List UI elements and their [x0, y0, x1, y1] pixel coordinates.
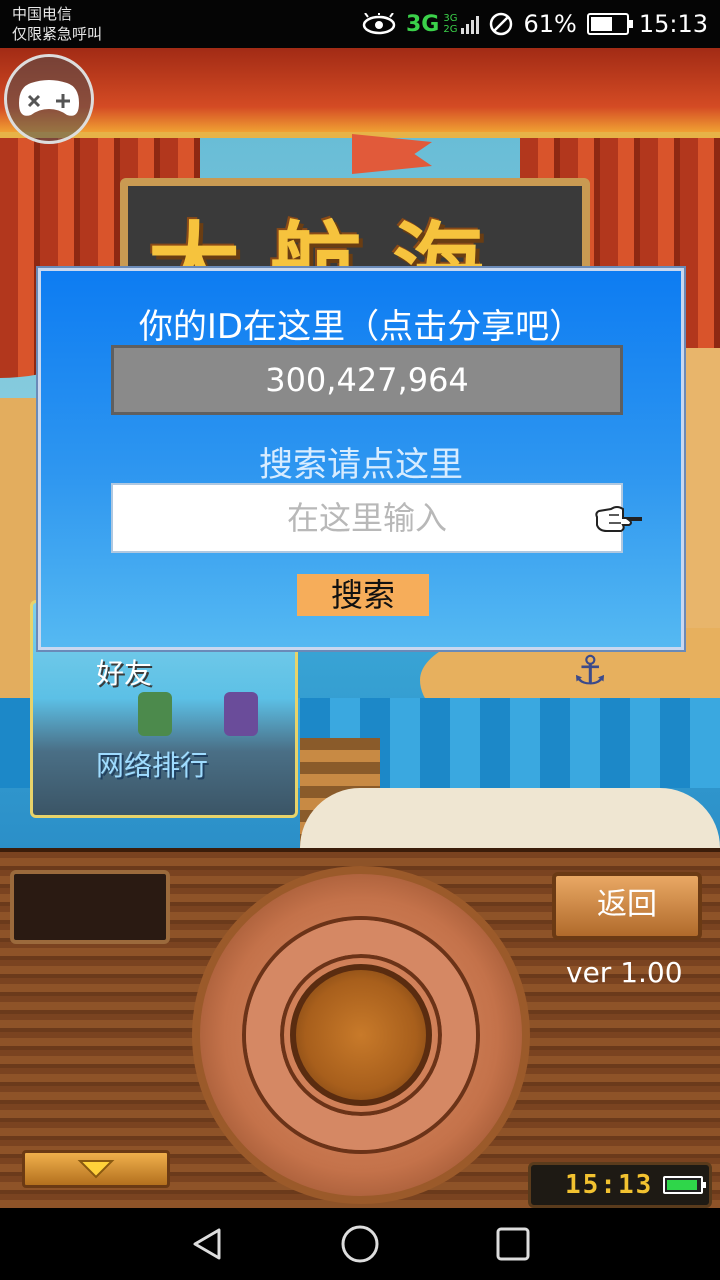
ranking-label[interactable]: 网络排行	[96, 744, 208, 784]
gamepad-icon	[19, 80, 79, 116]
friends-label[interactable]: 好友	[96, 652, 152, 692]
game-battery-icon	[663, 1176, 707, 1194]
battery-fill	[590, 17, 612, 31]
network-small-3g: 3G	[443, 13, 458, 24]
mini-screen	[10, 870, 170, 944]
carrier-info: 中国电信 仅限紧急呼叫	[12, 4, 102, 44]
search-input[interactable]	[111, 483, 623, 553]
back-button[interactable]: 返回	[552, 872, 702, 940]
version-text: ver 1.00	[566, 956, 683, 989]
player-id-box[interactable]: 300,427,964	[111, 345, 623, 415]
id-search-dialog: 你的ID在这里（点击分享吧） 300,427,964 搜索请点这里 搜索	[38, 268, 684, 650]
anchor-icon: ⚓	[572, 648, 608, 694]
down-arrow-icon	[77, 1160, 115, 1179]
status-icons: 3G 3G 2G 61% 15:13	[362, 8, 708, 40]
nav-home-button[interactable]	[336, 1220, 384, 1268]
control-panel: 返回 ver 1.00 15:13	[0, 848, 720, 1208]
network-small-2g: 2G	[443, 24, 458, 35]
battery-percent: 61%	[523, 10, 577, 38]
no-sim-icon	[490, 12, 513, 36]
triangle-back-icon	[193, 1228, 221, 1260]
square-recent-icon	[496, 1227, 530, 1261]
signal-bars-icon	[461, 14, 480, 34]
clouds	[300, 788, 720, 848]
network-type: 3G	[405, 11, 440, 37]
game-clock-time: 15:13	[565, 1170, 654, 1200]
character-sprite-1	[138, 692, 172, 736]
curtain-valance	[0, 48, 720, 138]
nav-recent-button[interactable]	[489, 1220, 537, 1268]
gamepad-button[interactable]	[4, 54, 94, 144]
status-time: 15:13	[638, 10, 708, 38]
share-id-title[interactable]: 你的ID在这里（点击分享吧）	[41, 299, 681, 348]
game-clock: 15:13	[528, 1162, 712, 1208]
player-id-value: 300,427,964	[265, 361, 469, 399]
carrier-name: 中国电信	[12, 5, 73, 23]
dpad-center-button[interactable]	[290, 964, 432, 1106]
emergency-only-text: 仅限紧急呼叫	[12, 25, 103, 43]
search-title: 搜索请点这里	[259, 445, 463, 485]
network-secondary: 3G 2G	[443, 13, 457, 35]
pointing-hand-icon	[595, 506, 642, 532]
circle-home-icon	[341, 1225, 379, 1263]
nav-back-button[interactable]	[183, 1220, 231, 1268]
navigation-bar	[0, 1208, 720, 1280]
battery-icon	[586, 13, 633, 35]
eye-comfort-icon	[362, 13, 396, 35]
character-sprite-2	[224, 692, 258, 736]
status-bar: 中国电信 仅限紧急呼叫 3G 3G 2G 61% 15:13	[0, 0, 720, 48]
search-button[interactable]: 搜索	[297, 574, 429, 616]
down-button[interactable]	[22, 1150, 170, 1188]
flag-icon	[352, 134, 432, 174]
dpad[interactable]	[192, 866, 530, 1204]
